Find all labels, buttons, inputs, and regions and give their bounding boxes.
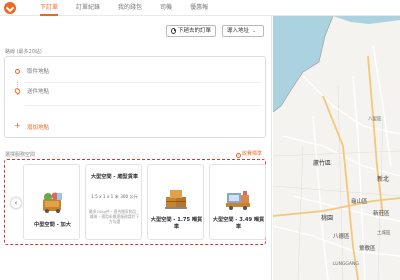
vehicle-card-medium-plus[interactable]: 中型空間 - 加大 xyxy=(23,164,80,240)
route-box: 取件地點 送件地點 + 增加地點 xyxy=(4,56,266,138)
add-stop-button[interactable]: + 增加地點 xyxy=(13,121,93,133)
nav-tab-wallet[interactable]: 我的錢包 xyxy=(118,0,142,16)
pickup-placeholder: 取件地點 xyxy=(27,69,50,75)
previous-order-button[interactable]: 下趟去的訂單 xyxy=(166,25,216,37)
nav-tab-place-order[interactable]: 下訂單 xyxy=(40,0,59,16)
map-label: 新北 xyxy=(377,176,390,183)
map-label: 八德區 xyxy=(333,234,350,240)
dropoff-location-field[interactable]: 送件地點 xyxy=(13,86,258,98)
pickup-dot-icon xyxy=(15,69,20,74)
previous-order-label: 下趟去的訂單 xyxy=(177,28,211,34)
map-view[interactable]: 八里區 蘆竹區 新北 龜山區 新莊區 桃園 八德區 鶯歌區 土城區 LUNGGA… xyxy=(273,16,400,280)
vehicle-section-label: 選擇服務空間 xyxy=(5,152,36,158)
info-icon: i xyxy=(236,153,241,158)
vehicle-card-note: 最多20kg件・適合搬家物品、雜貨・適用未搬運服務請於下方勾選 xyxy=(88,209,141,224)
vehicle-card-title: 大型空間 - 廂型貨車 xyxy=(90,174,139,180)
map-label: 鶯歌區 xyxy=(359,246,376,252)
main-nav: 下訂單 訂單紀錄 我的錢包 司機 優惠報 xyxy=(40,0,226,16)
clock-icon xyxy=(171,28,176,34)
order-panel: 下趟去的訂單 導入地址 ⌄ 路線 (最多20站) 取件地點 送件地點 + 增加地… xyxy=(0,16,272,280)
map-label: 土城區 xyxy=(377,231,391,236)
plus-icon: + xyxy=(14,121,21,130)
vehicle-card-349-ton-truck[interactable]: 大型空間 - 3.49 噸貨車 xyxy=(209,164,266,240)
vehicle-card-title: 大型空間 - 3.49 噸貨車 xyxy=(212,217,265,230)
brand-logo-icon[interactable] xyxy=(4,2,16,14)
stop-divider xyxy=(25,82,261,83)
map-label: 桃園 xyxy=(321,215,334,222)
import-address-label: 導入地址 xyxy=(227,28,250,34)
vehicle-card-title: 中型空間 - 加大 xyxy=(34,222,71,228)
boxes-icon xyxy=(165,190,187,209)
furniture-icon xyxy=(226,191,250,210)
location-pin-icon xyxy=(13,87,22,95)
app-root: 下訂單 訂單紀錄 我的錢包 司機 優惠報 下趟去的訂單 導入地址 ⌄ 路線 (最… xyxy=(0,0,400,280)
map-label: 蘆竹區 xyxy=(313,160,332,167)
fee-standard-link[interactable]: i 收費標準 xyxy=(236,150,262,158)
vehicle-card-large-van[interactable]: 大型空間 - 廂型貨車 1.5 x 1 x 1 米 300 公斤 最多20kg件… xyxy=(85,164,142,240)
nav-tab-promotions[interactable]: 優惠報 xyxy=(190,0,208,16)
vehicle-carousel: ‹ 中型空間 - 加大 大型空間 - 廂型貨車 1.5 x 1 x 1 米 30… xyxy=(4,159,266,245)
map-roads xyxy=(273,16,400,280)
map-label: 龜山區 xyxy=(351,199,368,205)
route-section-label: 路線 (最多20站) xyxy=(5,49,42,55)
map-label: 八里區 xyxy=(368,117,382,122)
add-stop-label: 增加地點 xyxy=(27,125,50,131)
nav-tab-order-history[interactable]: 訂單紀錄 xyxy=(76,0,100,16)
top-navigation-bar: 下訂單 訂單紀錄 我的錢包 司機 優惠報 xyxy=(0,0,400,16)
map-label: LUNGGANG xyxy=(333,262,359,267)
fee-standard-label: 收費標準 xyxy=(242,151,263,157)
chevron-down-icon: ⌄ xyxy=(252,28,257,34)
pickup-location-field[interactable]: 取件地點 xyxy=(13,66,258,78)
import-address-button[interactable]: 導入地址 ⌄ xyxy=(222,25,264,37)
vehicle-card-175-ton-truck[interactable]: 大型空間 - 1.75 噸貨車 xyxy=(147,164,204,240)
carousel-prev-button[interactable]: ‹ xyxy=(10,197,22,209)
vehicle-card-title: 大型空間 - 1.75 噸貨車 xyxy=(150,217,203,230)
vehicle-card-spec: 1.5 x 1 x 1 米 300 公斤 xyxy=(91,194,138,199)
dropoff-placeholder: 送件地點 xyxy=(27,89,50,95)
nav-tab-drivers[interactable]: 司機 xyxy=(160,0,172,16)
map-label: 新莊區 xyxy=(373,211,390,217)
stop-divider xyxy=(25,105,261,106)
van-goods-icon xyxy=(43,192,62,213)
